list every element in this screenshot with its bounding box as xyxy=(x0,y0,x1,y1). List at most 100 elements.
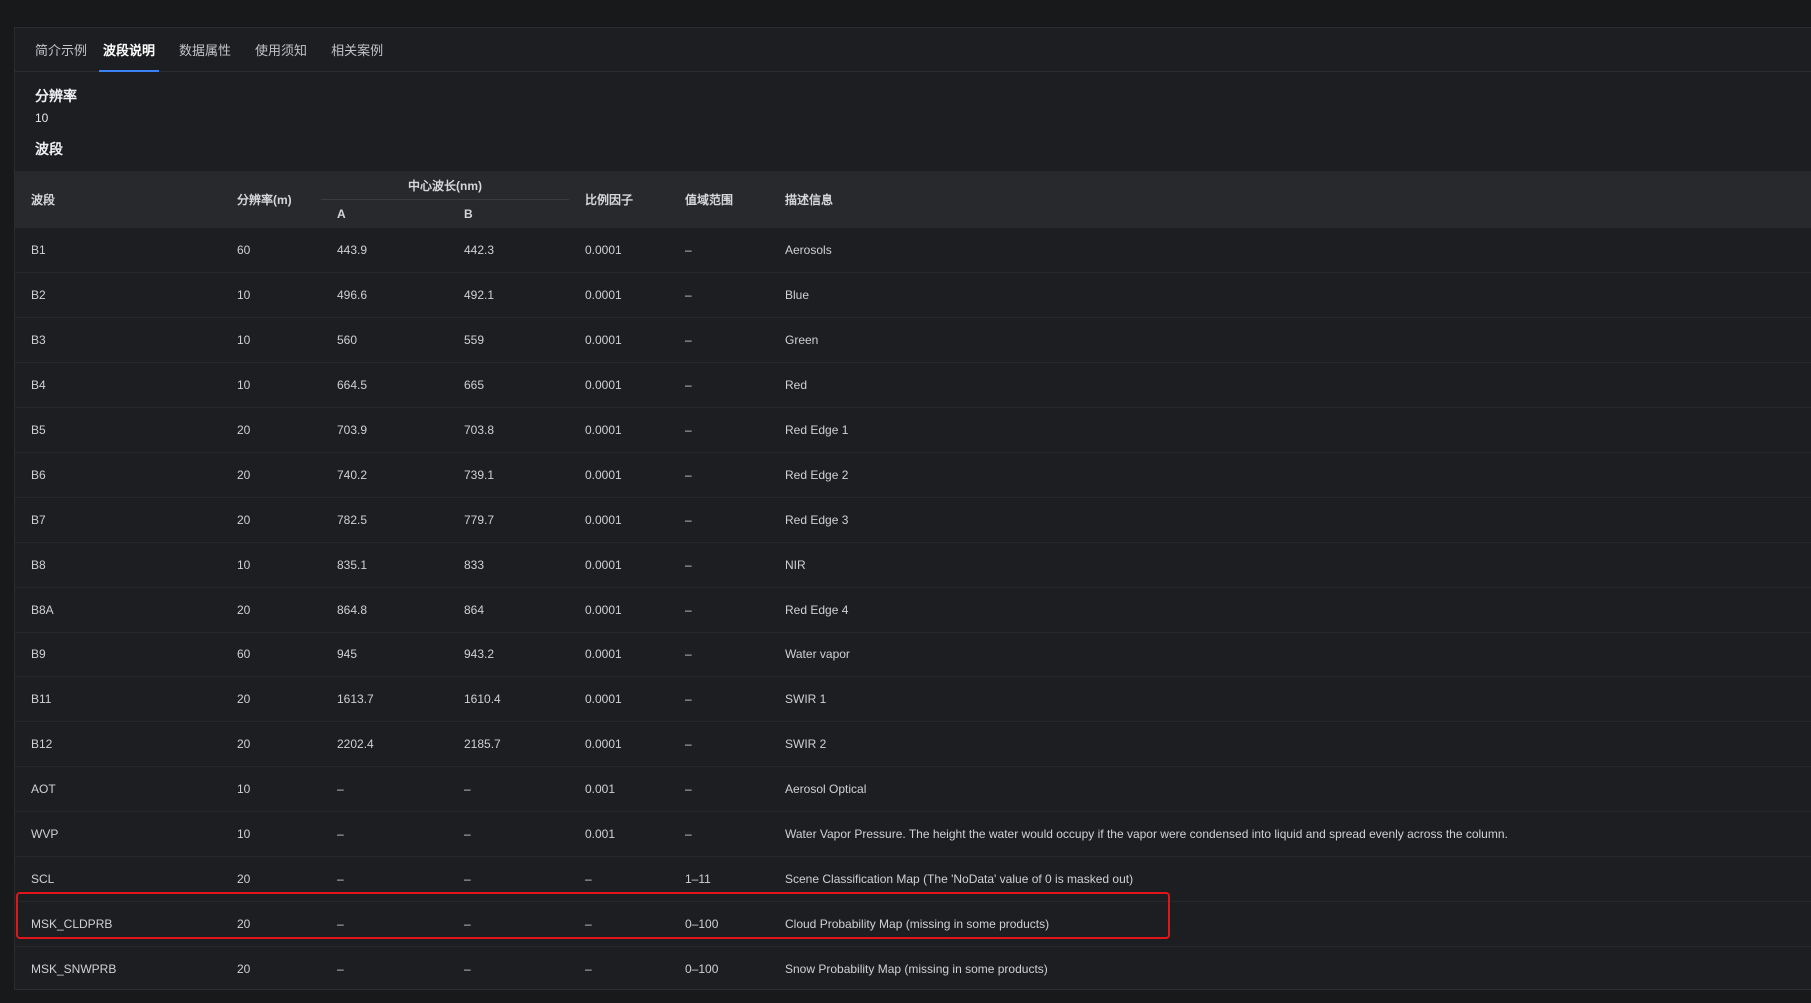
tab-usage-notes[interactable]: 使用须知 xyxy=(247,28,315,71)
band-cell: SCL xyxy=(15,856,221,902)
wavelength-a-cell: 496.6 xyxy=(321,272,448,319)
header-center-wavelength: 中心波长(nm) xyxy=(321,171,569,200)
scale-factor-cell: 0.0001 xyxy=(569,542,669,588)
tab-related-cases[interactable]: 相关案例 xyxy=(323,28,391,71)
resolution-cell: 60 xyxy=(221,632,321,678)
wavelength-b-cell: – xyxy=(448,811,569,857)
scale-factor-cell: – xyxy=(569,856,669,902)
description-cell: Red Edge 3 xyxy=(769,497,1811,543)
resolution-cell: 10 xyxy=(221,317,321,364)
description-cell: Aerosols xyxy=(769,228,1811,274)
scale-factor-cell: 0.0001 xyxy=(569,362,669,409)
wavelength-b-cell: 833 xyxy=(448,542,569,588)
description-cell: Red xyxy=(769,362,1811,409)
value-range-cell: – xyxy=(669,228,769,274)
wavelength-a-cell: 560 xyxy=(321,317,448,364)
description-cell: Red Edge 4 xyxy=(769,587,1811,633)
band-cell: MSK_SNWPRB xyxy=(31,961,117,976)
wavelength-b-cell: 943.2 xyxy=(448,632,569,678)
wavelength-b-cell: 559 xyxy=(448,317,569,364)
description-cell: Water Vapor Pressure. The height the wat… xyxy=(769,811,1811,857)
value-range-cell: – xyxy=(669,272,769,319)
wavelength-a-cell: 443.9 xyxy=(321,228,448,274)
table-row: MSK_CLDPRB 20– – –0–100 Cloud Probability Ma… xyxy=(15,901,1811,947)
band-cell: B12 xyxy=(15,721,221,768)
wavelength-b-cell: 703.8 xyxy=(448,407,569,453)
resolution-cell: 20 xyxy=(221,497,321,543)
scale-factor-cell: – xyxy=(569,901,669,947)
description-cell: Cloud Probability Map (missing in some p… xyxy=(769,901,1811,947)
value-range-cell: – xyxy=(669,452,769,498)
header-description: 描述信息 xyxy=(769,171,1811,228)
description-cell: Aerosol Optical xyxy=(769,766,1811,813)
value-range-cell: – xyxy=(669,632,769,678)
bands-table: 波段 分辨率(m) 中心波长(nm) 比例因子 值域范围 描述信息 A B B1… xyxy=(15,171,1811,991)
wavelength-b-cell: 665 xyxy=(448,362,569,409)
table-row: B5 20 703.9 703.8 0.0001– Red Edge 1 xyxy=(15,407,1811,453)
table-row: B11 20 1613.7 1610.4 0.0001– SWIR 1 xyxy=(15,676,1811,723)
scale-factor-cell: 0.0001 xyxy=(569,676,669,723)
value-range-cell: – xyxy=(669,542,769,588)
wavelength-b-cell: 864 xyxy=(448,587,569,633)
band-cell: B8A xyxy=(15,587,221,633)
tab-intro[interactable]: 简介示例 xyxy=(35,28,95,71)
wavelength-a-cell: – xyxy=(321,856,448,902)
resolution-cell: 20 xyxy=(221,407,321,453)
scale-factor-cell: 0.001 xyxy=(569,766,669,813)
description-cell: SWIR 2 xyxy=(769,721,1811,768)
description-cell: Blue xyxy=(769,272,1811,319)
value-range-cell: – xyxy=(669,766,769,813)
wavelength-a-cell: – xyxy=(321,901,448,947)
table-row: B8A 20 864.8 864 0.0001– Red Edge 4 xyxy=(15,587,1811,633)
scale-factor-cell: 0.0001 xyxy=(569,272,669,319)
table-row: B12 20 2202.4 2185.7 0.0001– SWIR 2 xyxy=(15,721,1811,768)
tab-data-properties[interactable]: 数据属性 xyxy=(171,28,239,71)
description-cell: Red Edge 1 xyxy=(769,407,1811,453)
band-cell: B4 xyxy=(15,362,221,409)
scale-factor-cell: 0.0001 xyxy=(569,721,669,768)
band-cell: MSK_CLDPRB xyxy=(15,901,221,947)
table-row: B8 10 835.1 833 0.0001– NIR xyxy=(15,542,1811,588)
resolution-cell: 20 xyxy=(221,587,321,633)
header-wavelength-a: A xyxy=(321,200,448,228)
resolution-cell: 10 xyxy=(221,766,321,813)
wavelength-a-cell: 664.5 xyxy=(321,362,448,409)
band-cell: B3 xyxy=(15,317,221,364)
resolution-cell: 10 xyxy=(221,272,321,319)
bands-title: 波段 xyxy=(35,141,63,157)
wavelength-b-cell: 779.7 xyxy=(448,497,569,543)
table-row: AOT 10– –0.001– Aerosol Optical xyxy=(15,766,1811,813)
table-row: B7 20 782.5 779.7 0.0001– Red Edge 3 xyxy=(15,497,1811,543)
scale-factor-cell: 0.0001 xyxy=(569,497,669,543)
value-range-cell: – xyxy=(669,497,769,543)
resolution-cell: 60 xyxy=(221,228,321,274)
value-range-cell: 1–11 xyxy=(669,856,769,902)
table-row: B1 60 443.9 442.3 0.0001– Aerosols xyxy=(15,228,1811,274)
band-cell: B6 xyxy=(15,452,221,498)
scale-factor-cell: 0.0001 xyxy=(569,407,669,453)
wavelength-a-cell: 703.9 xyxy=(321,407,448,453)
wavelength-b-cell: – xyxy=(448,901,569,947)
wavelength-b-cell: – xyxy=(464,961,471,976)
resolution-cell: 10 xyxy=(221,542,321,588)
wavelength-b-cell: 492.1 xyxy=(448,272,569,319)
table-row: MSK_SNWPRB 20 – – – 0–100 Snow Probability Map… xyxy=(15,946,1811,991)
scale-factor-cell: 0.0001 xyxy=(569,632,669,678)
band-cell: B11 xyxy=(15,676,221,723)
resolution-section: 分辨率 10 波段 xyxy=(15,86,1811,159)
scale-factor-cell: 0.001 xyxy=(569,811,669,857)
tab-band-description[interactable]: 波段说明 xyxy=(99,28,160,72)
description-cell: SWIR 1 xyxy=(769,676,1811,723)
scale-factor-cell: 0.0001 xyxy=(569,587,669,633)
value-range-cell: – xyxy=(669,407,769,453)
value-range-cell: – xyxy=(669,811,769,857)
wavelength-a-cell: 864.8 xyxy=(321,587,448,633)
resolution-cell: 20 xyxy=(221,856,321,902)
wavelength-a-cell: 1613.7 xyxy=(321,676,448,723)
scale-factor-cell: 0.0001 xyxy=(569,228,669,274)
table-row: WVP 10– –0.001– Water Vapor Pressure. The h… xyxy=(15,811,1811,857)
wavelength-a-cell: 740.2 xyxy=(321,452,448,498)
value-range-cell: – xyxy=(669,587,769,633)
description-cell: Water vapor xyxy=(769,632,1811,678)
band-cell: B9 xyxy=(15,632,221,678)
